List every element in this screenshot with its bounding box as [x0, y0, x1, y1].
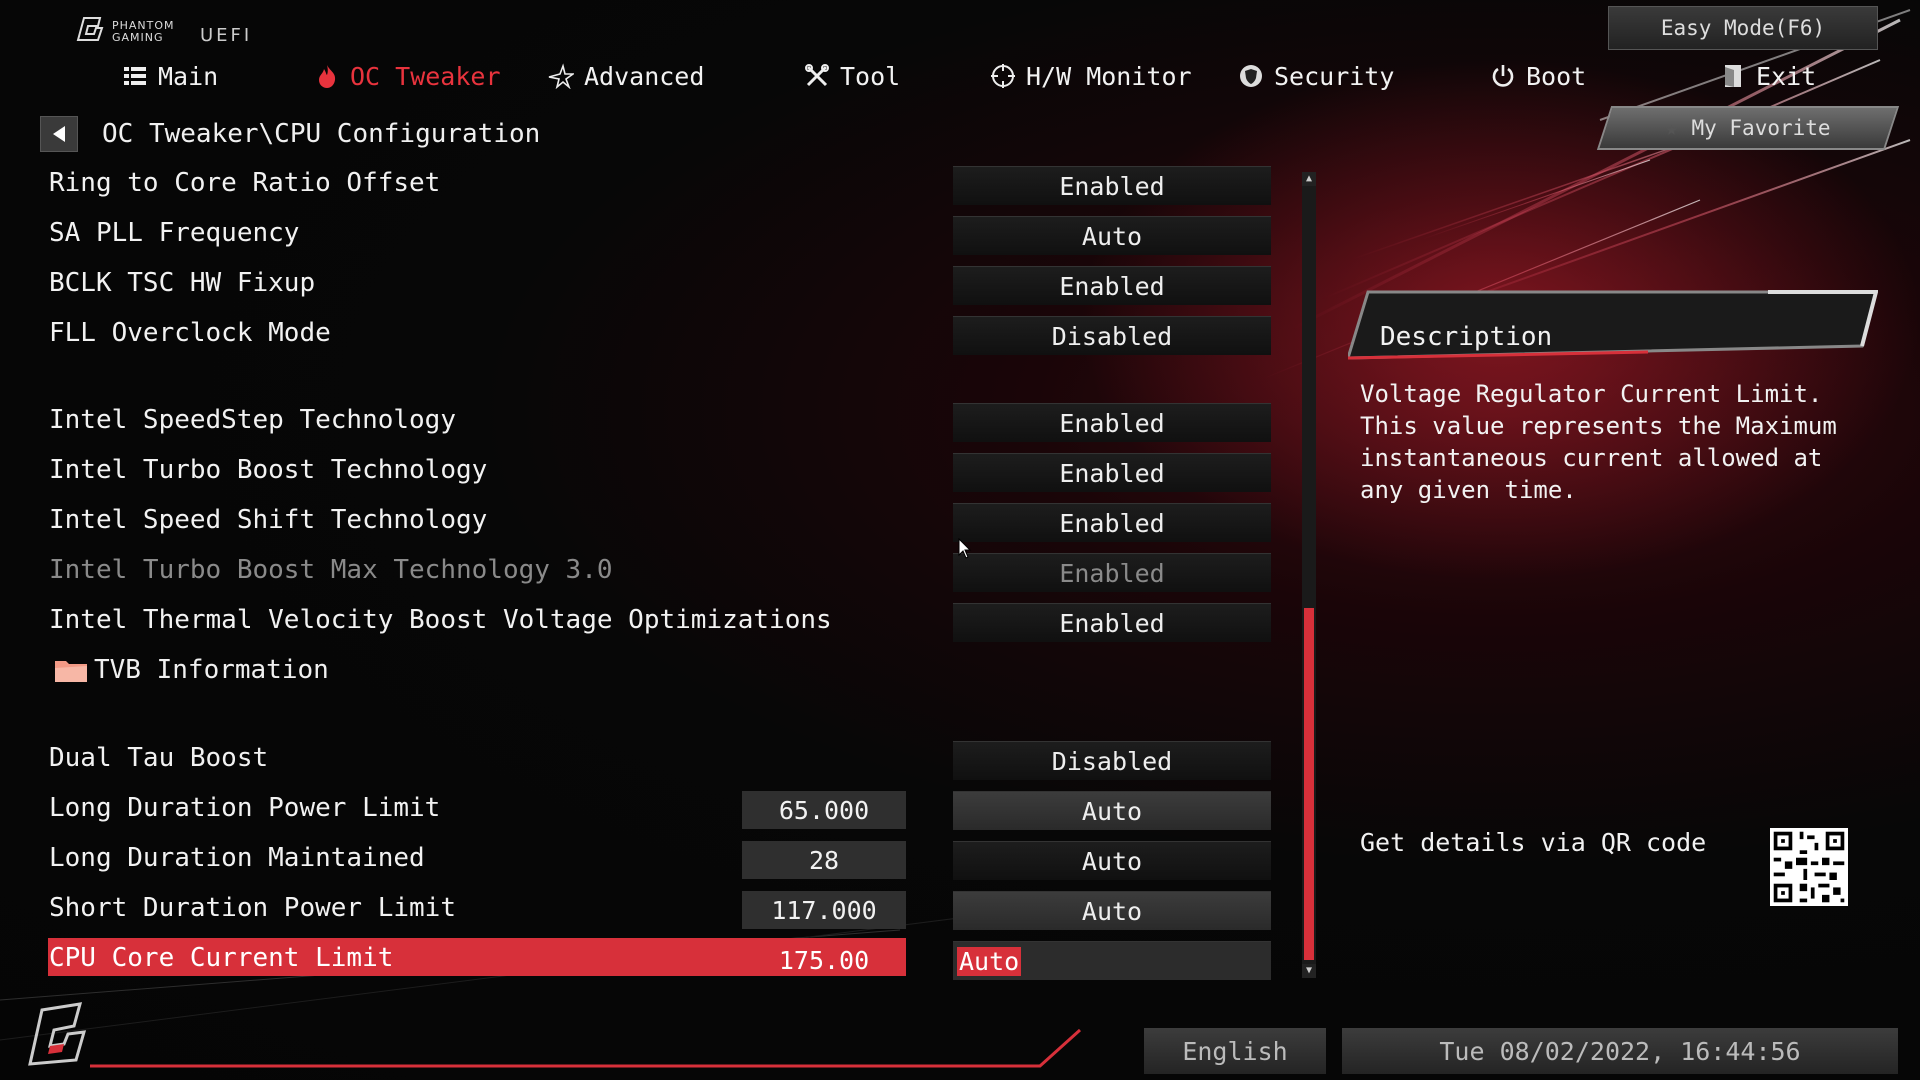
brand-name: PHANTOM GAMING	[112, 19, 175, 44]
tab-exit-label: Exit	[1756, 61, 1817, 91]
description-title: Description	[1380, 322, 1553, 352]
top-bar: PHANTOM GAMING UEFI Easy Mode(F6) Main O…	[0, 0, 1920, 100]
setting-value[interactable]: Disabled	[953, 316, 1271, 355]
scroll-down-arrow-icon[interactable]: ▼	[1302, 964, 1316, 978]
crosshair-icon	[991, 64, 1015, 88]
setting-value[interactable]: Auto	[953, 216, 1271, 255]
tab-hw-monitor-label: H/W Monitor	[1026, 61, 1192, 91]
setting-row[interactable]: BCLK TSC HW Fixup Enabled	[0, 263, 1300, 305]
my-favorite-label: My Favorite	[1691, 116, 1831, 140]
tab-hw-monitor[interactable]: H/W Monitor	[990, 56, 1192, 96]
brand-corner-logo-icon	[28, 1002, 87, 1066]
setting-label: Short Duration Power Limit	[49, 893, 456, 923]
tab-oc-tweaker[interactable]: OC Tweaker	[314, 56, 501, 96]
description-body: Voltage Regulator Current Limit. This va…	[1360, 380, 1837, 504]
setting-value[interactable]: Enabled	[953, 403, 1271, 442]
setting-value[interactable]: Disabled	[953, 741, 1271, 780]
setting-number-value: 28	[742, 841, 906, 879]
main-nav: Main OC Tweaker Advanced Tool H/W Monito…	[0, 56, 1920, 96]
setting-label: Long Duration Power Limit	[49, 793, 441, 823]
setting-label: Intel Turbo Boost Max Technology 3.0	[49, 555, 613, 585]
list-icon	[124, 67, 146, 85]
tab-boot-label: Boot	[1526, 61, 1587, 91]
tab-exit[interactable]: Exit	[1720, 56, 1816, 96]
tab-main[interactable]: Main	[122, 56, 218, 96]
scrollbar-thumb[interactable]	[1304, 608, 1314, 960]
setting-value[interactable]: Auto	[953, 891, 1271, 930]
setting-row[interactable]: Dual Tau Boost Disabled	[0, 738, 1300, 780]
setting-label: Intel Speed Shift Technology	[49, 505, 488, 535]
setting-row[interactable]: Intel SpeedStep Technology Enabled	[0, 400, 1300, 442]
setting-value-editing[interactable]: Auto	[953, 941, 1271, 980]
tools-icon	[805, 64, 829, 87]
easy-mode-button[interactable]: Easy Mode(F6)	[1608, 6, 1878, 50]
setting-label: BCLK TSC HW Fixup	[49, 268, 316, 298]
setting-value[interactable]: Enabled	[953, 266, 1271, 305]
setting-value[interactable]: Enabled	[953, 503, 1271, 542]
setting-value[interactable]: Auto	[953, 841, 1271, 880]
setting-value[interactable]: Enabled	[953, 166, 1271, 205]
tab-security[interactable]: Security	[1238, 56, 1394, 96]
mouse-cursor-icon	[958, 538, 972, 559]
setting-row[interactable]: SA PLL Frequency Auto	[0, 213, 1300, 255]
setting-row[interactable]: Ring to Core Ratio Offset Enabled	[0, 163, 1300, 205]
brand-logo: PHANTOM GAMING UEFI	[74, 14, 253, 46]
power-icon	[1492, 65, 1514, 87]
tab-main-label: Main	[158, 61, 219, 91]
setting-row[interactable]: Intel Turbo Boost Technology Enabled	[0, 450, 1300, 492]
setting-label: CPU Core Current Limit	[49, 943, 394, 973]
tab-advanced-label: Advanced	[584, 61, 705, 91]
setting-label: Intel Turbo Boost Technology	[49, 455, 488, 485]
setting-label: Long Duration Maintained	[49, 843, 425, 873]
tab-oc-tweaker-label: OC Tweaker	[350, 61, 501, 91]
tab-tool[interactable]: Tool	[804, 56, 900, 96]
breadcrumb-path: OC Tweaker\CPU Configuration	[102, 119, 541, 149]
tab-boot[interactable]: Boot	[1490, 56, 1586, 96]
language-button[interactable]: English	[1144, 1028, 1326, 1074]
phantom-gaming-logo-icon	[76, 17, 104, 41]
tab-tool-label: Tool	[840, 61, 901, 91]
qr-label: Get details via QR code	[1360, 828, 1707, 857]
my-favorite-button[interactable]: ★ My Favorite	[1596, 106, 1900, 150]
exit-door-icon	[1725, 65, 1741, 87]
setting-label: Intel SpeedStep Technology	[49, 405, 456, 435]
shield-icon	[1240, 65, 1262, 87]
setting-row[interactable]: Intel Speed Shift Technology Enabled	[0, 500, 1300, 542]
flame-icon	[319, 65, 336, 88]
tvb-information-folder[interactable]: TVB Information	[54, 655, 329, 685]
setting-label: SA PLL Frequency	[49, 218, 300, 248]
setting-row-selected[interactable]: CPU Core Current Limit 175.00 Auto	[0, 938, 1300, 980]
setting-label: FLL Overclock Mode	[49, 318, 331, 348]
setting-value[interactable]: Auto	[953, 791, 1271, 830]
setting-label: Dual Tau Boost	[49, 743, 269, 773]
setting-label: Intel Thermal Velocity Boost Voltage Opt…	[49, 605, 832, 635]
setting-label: Ring to Core Ratio Offset	[49, 168, 441, 198]
setting-value: Enabled	[953, 553, 1271, 592]
qr-code-icon	[1770, 828, 1848, 906]
setting-value[interactable]: Enabled	[953, 453, 1271, 492]
setting-row[interactable]: Long Duration Maintained 28 Auto	[0, 838, 1300, 880]
breadcrumb: OC Tweaker\CPU Configuration	[40, 116, 540, 152]
back-arrow-icon	[53, 126, 65, 142]
star-icon: ★	[1665, 116, 1678, 140]
tab-security-label: Security	[1274, 61, 1395, 91]
setting-number-value: 175.00	[778, 945, 870, 975]
scroll-up-arrow-icon[interactable]: ▲	[1302, 172, 1316, 186]
setting-row[interactable]: Intel Thermal Velocity Boost Voltage Opt…	[0, 600, 1300, 642]
setting-row[interactable]: Long Duration Power Limit 65.000 Auto	[0, 788, 1300, 830]
setting-row[interactable]: Short Duration Power Limit 117.000 Auto	[0, 888, 1300, 930]
folder-icon	[55, 661, 87, 682]
setting-number-value: 117.000	[742, 891, 906, 929]
setting-row[interactable]: FLL Overclock Mode Disabled	[0, 313, 1300, 355]
back-button[interactable]	[40, 116, 78, 152]
folder-label: TVB Information	[94, 655, 329, 685]
setting-value[interactable]: Enabled	[953, 603, 1271, 642]
setting-edit-text[interactable]: Auto	[957, 946, 1022, 976]
brand-uefi: UEFI	[200, 25, 253, 46]
setting-number-value: 65.000	[742, 791, 906, 829]
star-icon	[548, 63, 574, 89]
datetime-display: Tue 08/02/2022, 16:44:56	[1342, 1028, 1898, 1074]
tab-advanced[interactable]: Advanced	[548, 56, 704, 96]
setting-row-disabled: Intel Turbo Boost Max Technology 3.0 Ena…	[0, 550, 1300, 592]
